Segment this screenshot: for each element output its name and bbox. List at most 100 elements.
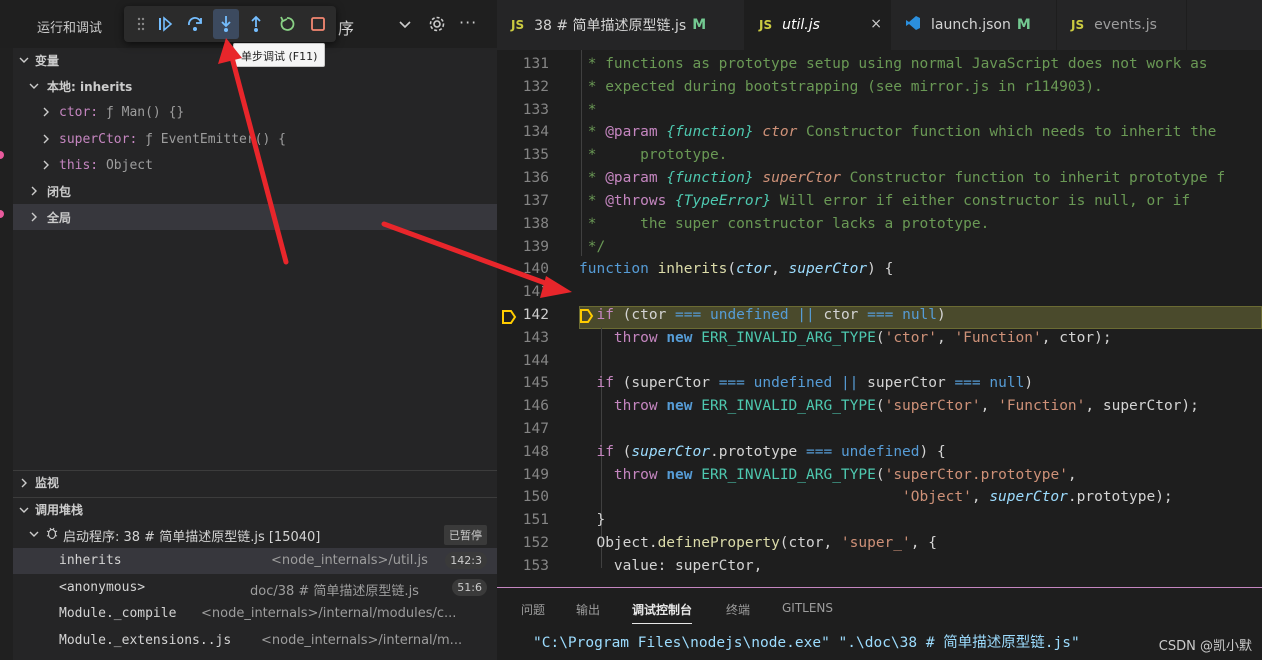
bug-icon: [45, 526, 59, 544]
paused-badge: 已暂停: [444, 525, 487, 545]
debug-toolbar: [124, 6, 336, 42]
chevron-right-icon: [27, 186, 41, 196]
line-number-current: 142: [522, 307, 549, 323]
launch-config-label: 序: [338, 19, 355, 38]
tab-terminal[interactable]: 终端: [726, 601, 750, 618]
variable-name: ctor:: [59, 104, 99, 120]
frame-function: Module._extensions..js: [59, 633, 232, 648]
line-number: 152: [522, 535, 549, 551]
bottom-panel: 问题 输出 调试控制台 终端 GITLENS "C:\Program Files…: [497, 587, 1262, 660]
variables-label: 变量: [35, 53, 60, 68]
closure-scope-label: 闭包: [47, 184, 72, 199]
code-line: 'Object', superCtor.prototype);: [902, 489, 1173, 505]
notification-dot: [0, 151, 4, 159]
tab-label: util.js: [782, 17, 820, 33]
variable-name: this:: [59, 157, 99, 173]
variable-row[interactable]: this: Object: [13, 152, 497, 178]
line-number: 141: [522, 284, 549, 300]
tab-output[interactable]: 输出: [576, 601, 600, 618]
variable-name: superCtor:: [59, 131, 138, 147]
code-line: * prototype.: [579, 147, 728, 163]
code-line: throw new ERR_INVALID_ARG_TYPE('superCto…: [613, 467, 1077, 483]
activity-gutter: [0, 48, 13, 660]
watch-section-header[interactable]: 监视: [13, 470, 497, 494]
stack-frame[interactable]: <anonymous> doc/38 # 简单描述原型链.js 51:6: [13, 575, 497, 601]
close-icon[interactable]: ×: [870, 16, 882, 32]
line-number: 139: [522, 239, 549, 255]
code-line: if (superCtor.prototype === undefined) {: [596, 444, 946, 460]
watermark: CSDN @凯小默: [1158, 639, 1252, 654]
chevron-down-icon: [13, 505, 35, 515]
tab-launch-json[interactable]: launch.json M: [891, 0, 1057, 50]
restart-icon[interactable]: [274, 9, 300, 39]
code-line: *: [579, 102, 597, 118]
frame-position-badge: 142:3: [445, 552, 487, 569]
line-number: 137: [522, 193, 549, 209]
chevron-down-icon: [13, 55, 35, 65]
line-number: 153: [522, 558, 549, 574]
tab-problems[interactable]: 问题: [521, 601, 545, 618]
step-over-icon[interactable]: [182, 9, 208, 39]
tab-gitlens[interactable]: GITLENS: [782, 601, 833, 615]
variable-row[interactable]: superCtor: ƒ EventEmitter() {: [13, 126, 497, 152]
continue-icon[interactable]: [152, 9, 178, 39]
frame-source: <node_internals>/util.js: [271, 553, 428, 568]
watch-label: 监视: [35, 476, 60, 490]
line-number: 150: [522, 489, 549, 505]
code-line: * @param {function} ctor Constructor fun…: [579, 124, 1217, 140]
line-number: 144: [522, 353, 549, 369]
line-number: 135: [522, 147, 549, 163]
step-out-icon[interactable]: [243, 9, 269, 39]
tab-label: events.js: [1094, 17, 1157, 33]
tab-38-prototype-chain[interactable]: JS 38 # 简单描述原型链.js M: [497, 0, 745, 50]
js-file-icon: JS: [1071, 18, 1085, 32]
step-into-tooltip: 单步调试 (F11): [233, 43, 326, 67]
code-line: throw new ERR_INVALID_ARG_TYPE('ctor', '…: [613, 330, 1112, 346]
line-number: 133: [522, 102, 549, 118]
debug-sidebar: 运行和调试 序 ··· 变量 本地: inherits ctor: ƒ Man(…: [0, 0, 497, 660]
line-number: 147: [522, 421, 549, 437]
tab-debug-console[interactable]: 调试控制台: [632, 601, 693, 624]
debug-session-row[interactable]: 启动程序: 38 # 简单描述原型链.js [15040] 已暂停: [13, 522, 497, 548]
line-number: 131: [522, 56, 549, 72]
tab-events-js[interactable]: JS events.js: [1057, 0, 1187, 50]
line-number: 136: [522, 170, 549, 186]
gear-icon[interactable]: [428, 15, 446, 37]
variable-row[interactable]: ctor: ƒ Man() {}: [13, 99, 497, 125]
session-label: 启动程序: 38 # 简单描述原型链.js [15040]: [63, 529, 321, 545]
frame-function: inherits: [59, 553, 122, 568]
code-line: * the super constructor lacks a prototyp…: [579, 216, 990, 232]
stack-frame[interactable]: Module._compile <node_internals>/interna…: [13, 601, 497, 627]
code-line: * @throws {TypeError} Will error if eith…: [579, 193, 1191, 209]
drag-handle-icon[interactable]: [128, 9, 154, 39]
closure-scope[interactable]: 闭包: [13, 178, 497, 204]
tab-label: 38 # 简单描述原型链.js: [534, 18, 687, 34]
code-line: throw new ERR_INVALID_ARG_TYPE('superCto…: [613, 398, 1199, 414]
js-file-icon: JS: [759, 18, 773, 32]
stack-frame[interactable]: inherits <node_internals>/util.js 142:3: [13, 548, 497, 574]
global-scope[interactable]: 全局: [13, 204, 497, 230]
frame-function: <anonymous>: [59, 580, 146, 595]
launch-config-select[interactable]: 序: [336, 13, 418, 38]
global-scope-label: 全局: [47, 210, 72, 225]
local-scope-label: 本地: inherits: [47, 79, 133, 94]
code-area[interactable]: 131 132 133 134 135 136 137 138 139 140 …: [497, 50, 1262, 585]
editor: JS 38 # 简单描述原型链.js M JS util.js × launch…: [497, 0, 1262, 590]
stack-frame[interactable]: Module._extensions..js <node_internals>/…: [13, 628, 497, 654]
line-number: 138: [522, 216, 549, 232]
chevron-right-icon: [27, 212, 41, 222]
line-number: 140: [522, 261, 549, 277]
modified-indicator: M: [692, 17, 707, 33]
code-line: function inherits(ctor, superCtor) {: [579, 261, 894, 277]
step-into-icon[interactable]: [213, 9, 239, 39]
tab-util-js[interactable]: JS util.js ×: [745, 0, 891, 50]
line-number: 145: [522, 375, 549, 391]
code-line: * functions as prototype setup using nor…: [579, 56, 1208, 72]
line-number: 134: [522, 124, 549, 140]
local-scope[interactable]: 本地: inherits: [13, 73, 497, 99]
more-actions-icon[interactable]: ···: [459, 13, 477, 32]
frame-source: <node_internals>/internal/modules/c...: [201, 606, 457, 621]
callstack-section-header[interactable]: 调用堆栈: [13, 497, 497, 521]
sidebar-title: 运行和调试: [37, 21, 103, 36]
stop-icon[interactable]: [305, 9, 331, 39]
